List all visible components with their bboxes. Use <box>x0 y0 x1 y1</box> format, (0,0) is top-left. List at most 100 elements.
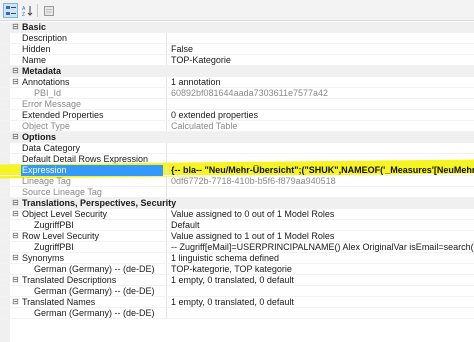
property-row-hidden[interactable]: Hidden False <box>0 44 474 55</box>
collapse-icon[interactable]: ⊟ <box>11 275 20 286</box>
property-name: Translated Descriptions <box>22 275 117 285</box>
property-name: ZugriffPBI <box>34 220 74 230</box>
property-value[interactable]: TOP-Kategorie <box>171 55 474 66</box>
property-value[interactable]: -- Zugriff[eMail]=USERPRINCIPALNAME() Al… <box>171 242 474 253</box>
column-divider[interactable] <box>166 297 167 307</box>
property-value[interactable]: 1 empty, 0 translated, 0 default <box>171 297 474 308</box>
property-value[interactable]: {-- bla-- "Neu/Mehr-Übersicht";("SHUK",N… <box>171 165 474 176</box>
collapse-icon[interactable]: ⊟ <box>11 209 20 220</box>
column-divider[interactable] <box>166 44 167 54</box>
collapse-icon[interactable]: ⊟ <box>11 77 20 88</box>
category-label: Basic <box>22 22 47 32</box>
column-divider[interactable] <box>166 187 167 197</box>
property-name: Lineage Tag <box>22 176 71 186</box>
collapse-icon[interactable]: ⊟ <box>11 253 20 264</box>
column-divider[interactable] <box>166 253 167 263</box>
property-row-extended-properties[interactable]: Extended Properties 0 extended propertie… <box>0 110 474 121</box>
property-value[interactable]: Calculated Table <box>171 121 474 132</box>
category-label: Translations, Perspectives, Security <box>22 198 177 208</box>
property-row-object-level-security[interactable]: ⊟ Object Level Security Value assigned t… <box>0 209 474 220</box>
property-row-pbi-id[interactable]: PBI_Id 60892bf081644aada7303611e7577a42 <box>0 88 474 99</box>
column-divider[interactable] <box>166 176 167 186</box>
property-row-synonyms[interactable]: ⊟ Synonyms 1 linguistic schema defined <box>0 253 474 264</box>
category-translations[interactable]: ⊟ Translations, Perspectives, Security <box>0 198 474 209</box>
column-divider[interactable] <box>166 121 167 131</box>
category-basic[interactable]: ⊟ Basic <box>0 22 474 33</box>
property-grid-toolbar: A Z <box>0 0 474 21</box>
property-value[interactable]: 1 empty, 0 translated, 0 default <box>171 275 474 286</box>
column-divider[interactable] <box>166 242 167 252</box>
property-name: Extended Properties <box>22 110 104 120</box>
category-metadata[interactable]: ⊟ Metadata <box>0 66 474 77</box>
property-value[interactable]: 0df6772b-7718-410b-b5f6-f879aa940518 <box>171 176 474 187</box>
column-divider[interactable] <box>166 99 167 109</box>
property-value[interactable]: 0 extended properties <box>171 110 474 121</box>
column-divider[interactable] <box>166 220 167 230</box>
collapse-icon[interactable]: ⊟ <box>11 66 20 77</box>
property-value[interactable]: 1 linguistic schema defined <box>171 253 474 264</box>
collapse-icon[interactable]: ⊟ <box>11 231 20 242</box>
property-name: Synonyms <box>22 253 65 263</box>
property-name: Name <box>22 55 47 65</box>
property-name: Row Level Security <box>22 231 100 241</box>
alphabetical-button[interactable]: A Z <box>20 3 35 18</box>
property-row-expression[interactable]: Expression {-- bla-- "Neu/Mehr-Übersicht… <box>0 165 474 176</box>
collapse-icon[interactable]: ⊟ <box>11 22 20 33</box>
column-divider[interactable] <box>166 264 167 274</box>
column-divider[interactable] <box>166 209 167 219</box>
column-divider[interactable] <box>166 286 167 296</box>
property-value[interactable]: False <box>171 44 474 55</box>
collapse-icon[interactable]: ⊟ <box>11 198 20 209</box>
property-row-row-level-security[interactable]: ⊟ Row Level Security Value assigned to 1… <box>0 231 474 242</box>
column-divider[interactable] <box>166 231 167 241</box>
property-value[interactable]: Default <box>171 220 474 231</box>
category-options[interactable]: ⊟ Options <box>0 132 474 143</box>
property-row-name[interactable]: Name TOP-Kategorie <box>0 55 474 66</box>
property-row-translated-descriptions[interactable]: ⊟ Translated Descriptions 1 empty, 0 tra… <box>0 275 474 286</box>
column-divider[interactable] <box>166 77 167 87</box>
column-divider[interactable] <box>166 308 167 318</box>
svg-text:Z: Z <box>22 12 25 17</box>
toolbar-separator <box>37 4 38 17</box>
property-name: Description <box>22 33 68 43</box>
collapse-icon[interactable]: ⊟ <box>11 297 20 308</box>
property-row-td-de[interactable]: German (Germany) -- (de-DE) <box>0 286 474 297</box>
property-row-translated-names[interactable]: ⊟ Translated Names 1 empty, 0 translated… <box>0 297 474 308</box>
property-row-synonyms-de[interactable]: German (Germany) -- (de-DE) TOP-kategori… <box>0 264 474 275</box>
property-name: Error Message <box>22 99 82 109</box>
column-divider[interactable] <box>166 55 167 65</box>
property-name: Object Level Security <box>22 209 108 219</box>
categorized-button[interactable] <box>3 3 18 18</box>
property-name: Source Lineage Tag <box>22 187 102 197</box>
property-row-error-message[interactable]: Error Message <box>0 99 474 110</box>
column-divider[interactable] <box>166 88 167 98</box>
property-value[interactable]: Value assigned to 0 out of 1 Model Roles <box>171 209 474 220</box>
collapse-icon[interactable]: ⊟ <box>11 132 20 143</box>
property-name: German (Germany) -- (de-DE) <box>34 308 155 318</box>
property-name: ZugriffPBI <box>34 242 74 252</box>
property-pages-icon <box>44 6 54 16</box>
column-divider[interactable] <box>166 33 167 43</box>
property-row-tn-de[interactable]: German (Germany) -- (de-DE) <box>0 308 474 319</box>
property-row-lineage-tag[interactable]: Lineage Tag 0df6772b-7718-410b-b5f6-f879… <box>0 176 474 187</box>
property-pages-button[interactable] <box>41 3 56 18</box>
property-name: German (Germany) -- (de-DE) <box>34 286 155 296</box>
property-name: PBI_Id <box>34 88 62 98</box>
property-value[interactable]: Value assigned to 1 out of 1 Model Roles <box>171 231 474 242</box>
column-divider[interactable] <box>166 110 167 120</box>
column-divider[interactable] <box>166 143 167 153</box>
property-row-source-lineage-tag[interactable]: Source Lineage Tag <box>0 187 474 198</box>
property-value[interactable]: 1 annotation <box>171 77 474 88</box>
property-row-object-type[interactable]: Object Type Calculated Table <box>0 121 474 132</box>
category-label: Metadata <box>22 66 62 76</box>
column-divider[interactable] <box>166 165 167 175</box>
property-row-rls-zugriff[interactable]: ZugriffPBI -- Zugriff[eMail]=USERPRINCIP… <box>0 242 474 253</box>
property-row-description[interactable]: Description <box>0 33 474 44</box>
property-row-data-category[interactable]: Data Category <box>0 143 474 154</box>
column-divider[interactable] <box>166 275 167 285</box>
property-row-ols-zugriff[interactable]: ZugriffPBI Default <box>0 220 474 231</box>
property-row-annotations[interactable]: ⊟ Annotations 1 annotation <box>0 77 474 88</box>
property-grid[interactable]: ⊟ Basic Description Hidden False Name TO… <box>0 22 474 342</box>
property-value[interactable]: 60892bf081644aada7303611e7577a42 <box>171 88 474 99</box>
property-value[interactable]: TOP-kategorie, TOP kategorie <box>171 264 474 275</box>
